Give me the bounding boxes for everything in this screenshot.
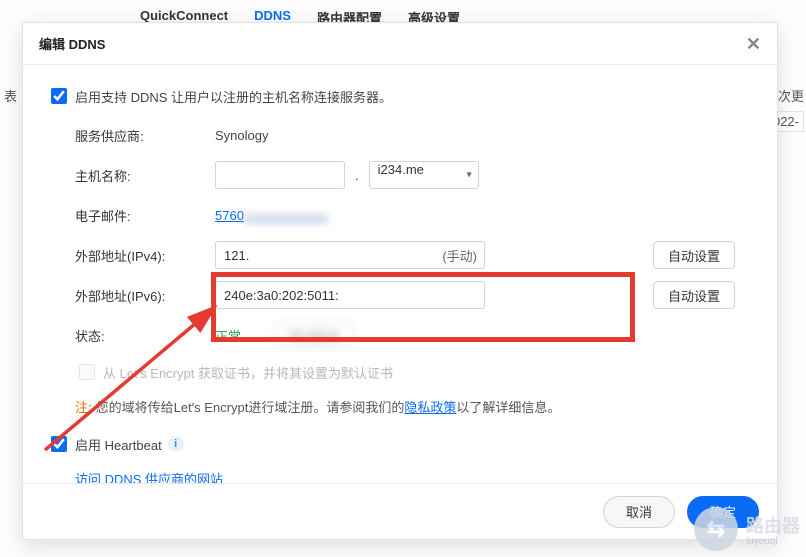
- hostname-dot-separator: .: [353, 168, 361, 183]
- ipv6-auto-button[interactable]: 自动设置: [653, 281, 735, 309]
- modal-title: 编辑 DDNS: [39, 34, 105, 53]
- email-label: 电子邮件:: [47, 206, 215, 225]
- vendor-link-row: 访问 DDNS 供应商的网站: [47, 469, 753, 483]
- status-label: 状态:: [47, 326, 215, 345]
- provider-value: Synology: [215, 128, 268, 143]
- heartbeat-row: 启用 Heartbeat i: [47, 433, 753, 455]
- ipv4-label: 外部地址(IPv4):: [47, 246, 215, 265]
- ddns-vendor-link[interactable]: 访问 DDNS 供应商的网站: [75, 472, 223, 483]
- hostname-row: 主机名称: . i234.me ▾: [47, 161, 753, 189]
- info-icon[interactable]: i: [168, 436, 184, 452]
- heartbeat-checkbox[interactable]: [51, 436, 67, 452]
- enable-ddns-row: 启用支持 DDNS 让用户以注册的主机名称连接服务器。: [47, 85, 753, 107]
- ipv4-manual-suffix: (手动): [442, 246, 477, 265]
- letsencrypt-label: 从 Let's Encrypt 获取证书，并将其设置为默认证书: [103, 363, 393, 382]
- hostname-input[interactable]: [215, 161, 345, 189]
- status-value: 正常: [215, 326, 241, 345]
- heartbeat-label: 启用 Heartbeat: [75, 435, 162, 454]
- email-value[interactable]: 5760xxxxxxxxxxxxx: [215, 208, 328, 223]
- letsencrypt-checkbox: [79, 364, 95, 380]
- ipv4-row: 外部地址(IPv4): (手动) 自动设置: [47, 241, 753, 269]
- modal-footer: 取消 确定: [23, 483, 777, 539]
- enable-ddns-checkbox[interactable]: [51, 88, 67, 104]
- enable-ddns-label: 启用支持 DDNS 让用户以注册的主机名称连接服务器。: [75, 87, 392, 106]
- provider-row: 服务供应商: Synology: [47, 121, 753, 149]
- email-redacted: xxxxxxxxxxxxx: [244, 208, 329, 223]
- provider-label: 服务供应商:: [47, 126, 215, 145]
- close-icon[interactable]: ✕: [746, 35, 761, 53]
- letsencrypt-row: 从 Let's Encrypt 获取证书，并将其设置为默认证书: [47, 361, 753, 383]
- ok-button[interactable]: 确定: [687, 496, 759, 528]
- cancel-button[interactable]: 取消: [603, 496, 675, 528]
- ipv6-input[interactable]: [215, 281, 485, 309]
- hostname-label: 主机名称:: [47, 166, 215, 185]
- helper-text-a: 您的域将传给Let's Encrypt进行域注册。请参阅我们的: [96, 400, 405, 415]
- status-row: 状态: 正常 测试联机: [47, 321, 753, 349]
- modal-body: 启用支持 DDNS 让用户以注册的主机名称连接服务器。 服务供应商: Synol…: [23, 65, 777, 483]
- helper-text-b: 以了解详细信息。: [456, 400, 560, 415]
- bg-left-snippet: 表: [4, 86, 17, 105]
- email-row: 电子邮件: 5760xxxxxxxxxxxxx: [47, 201, 753, 229]
- ddns-edit-modal: 编辑 DDNS ✕ 启用支持 DDNS 让用户以注册的主机名称连接服务器。 服务…: [22, 22, 778, 540]
- chevron-down-icon: ▾: [467, 170, 472, 181]
- hostname-domain-value: i234.me: [378, 162, 424, 177]
- helper-note-prefix: 注:: [75, 400, 92, 415]
- ipv4-auto-button[interactable]: 自动设置: [653, 241, 735, 269]
- letsencrypt-helper: 注: 您的域将传给Let's Encrypt进行域注册。请参阅我们的隐私政策以了解…: [47, 397, 753, 419]
- test-connection-button[interactable]: 测试联机: [275, 322, 354, 348]
- hostname-domain-select[interactable]: i234.me ▾: [369, 161, 479, 189]
- ipv6-row: 外部地址(IPv6): 自动设置: [47, 281, 753, 309]
- modal-header: 编辑 DDNS ✕: [23, 23, 777, 65]
- ipv6-label: 外部地址(IPv6):: [47, 286, 215, 305]
- privacy-policy-link[interactable]: 隐私政策: [404, 400, 456, 415]
